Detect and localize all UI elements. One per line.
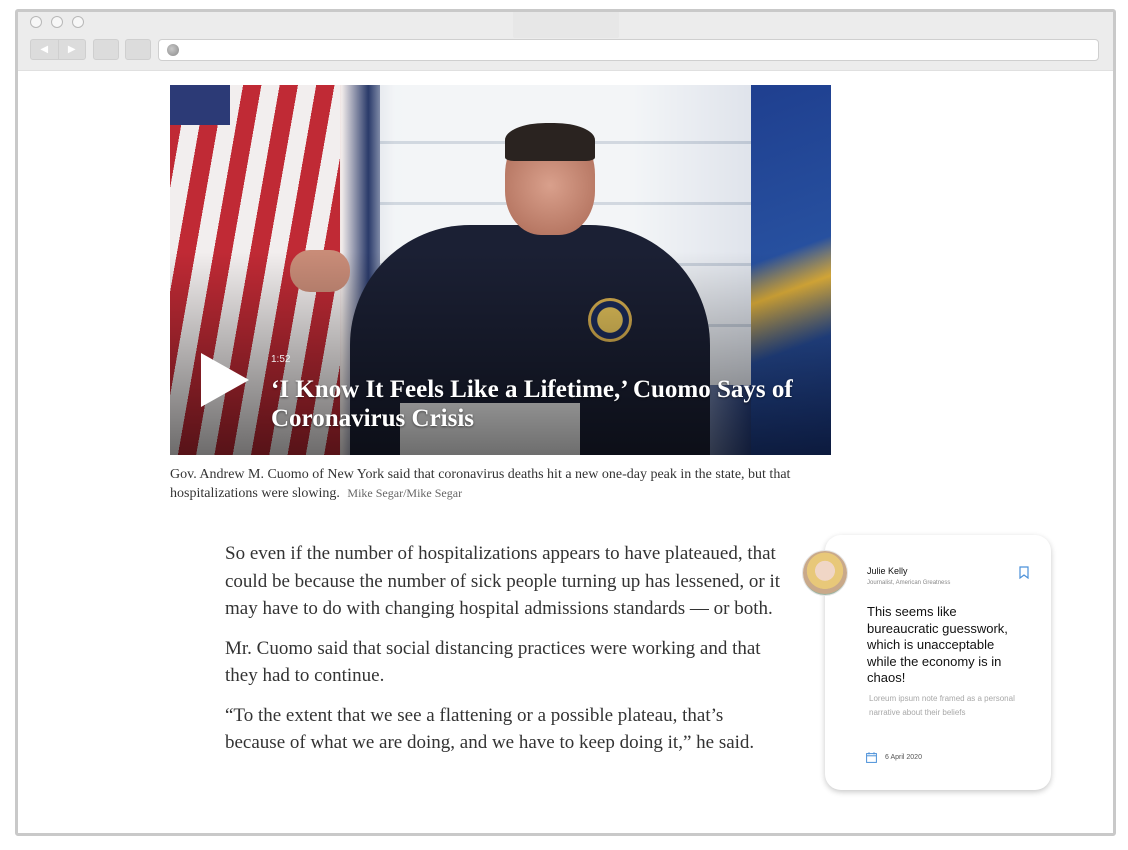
comment-note: Loreum ipsum note framed as a personal n… bbox=[869, 694, 1015, 717]
video-title[interactable]: ‘I Know It Feels Like a Lifetime,’ Cuomo… bbox=[271, 375, 811, 433]
toolbar-button-2[interactable] bbox=[125, 39, 151, 60]
browser-toolbar: ◀ ▶ bbox=[18, 12, 1113, 71]
comment-author[interactable]: Julie Kelly bbox=[867, 566, 908, 576]
video-duration: 1:52 bbox=[271, 354, 291, 365]
minimize-window-button[interactable] bbox=[51, 16, 63, 28]
photo-credit: Mike Segar/Mike Segar bbox=[347, 486, 463, 500]
globe-icon bbox=[167, 44, 179, 56]
maximize-window-button[interactable] bbox=[72, 16, 84, 28]
play-icon[interactable] bbox=[201, 353, 249, 407]
photo-caption: Gov. Andrew M. Cuomo of New York said th… bbox=[170, 465, 810, 503]
comment-date: 6 April 2020 bbox=[885, 754, 922, 761]
caption-text: Gov. Andrew M. Cuomo of New York said th… bbox=[170, 467, 791, 501]
article-paragraph: So even if the number of hospitalization… bbox=[225, 543, 781, 619]
comment-author-role: Journalist, American Greatness bbox=[867, 580, 951, 586]
article-paragraph: “To the extent that we see a flattening … bbox=[225, 704, 755, 754]
avatar[interactable] bbox=[803, 551, 847, 595]
history-nav: ◀ ▶ bbox=[30, 39, 86, 60]
bookmark-icon[interactable] bbox=[1019, 566, 1029, 579]
toolbar-button-1[interactable] bbox=[93, 39, 119, 60]
article-body: So even if the number of hospitalization… bbox=[225, 540, 785, 769]
browser-tab[interactable] bbox=[513, 12, 619, 38]
forward-arrow-icon[interactable]: ▶ bbox=[59, 40, 86, 59]
back-arrow-icon[interactable]: ◀ bbox=[31, 40, 59, 59]
address-bar[interactable] bbox=[158, 39, 1099, 61]
calendar-icon bbox=[866, 752, 877, 763]
close-window-button[interactable] bbox=[30, 16, 42, 28]
video-player[interactable]: 1:52 ‘I Know It Feels Like a Lifetime,’ … bbox=[170, 85, 831, 455]
comment-text: This seems like bureaucratic guesswork, … bbox=[867, 604, 1008, 685]
article-paragraph: Mr. Cuomo said that social distancing pr… bbox=[225, 637, 761, 687]
